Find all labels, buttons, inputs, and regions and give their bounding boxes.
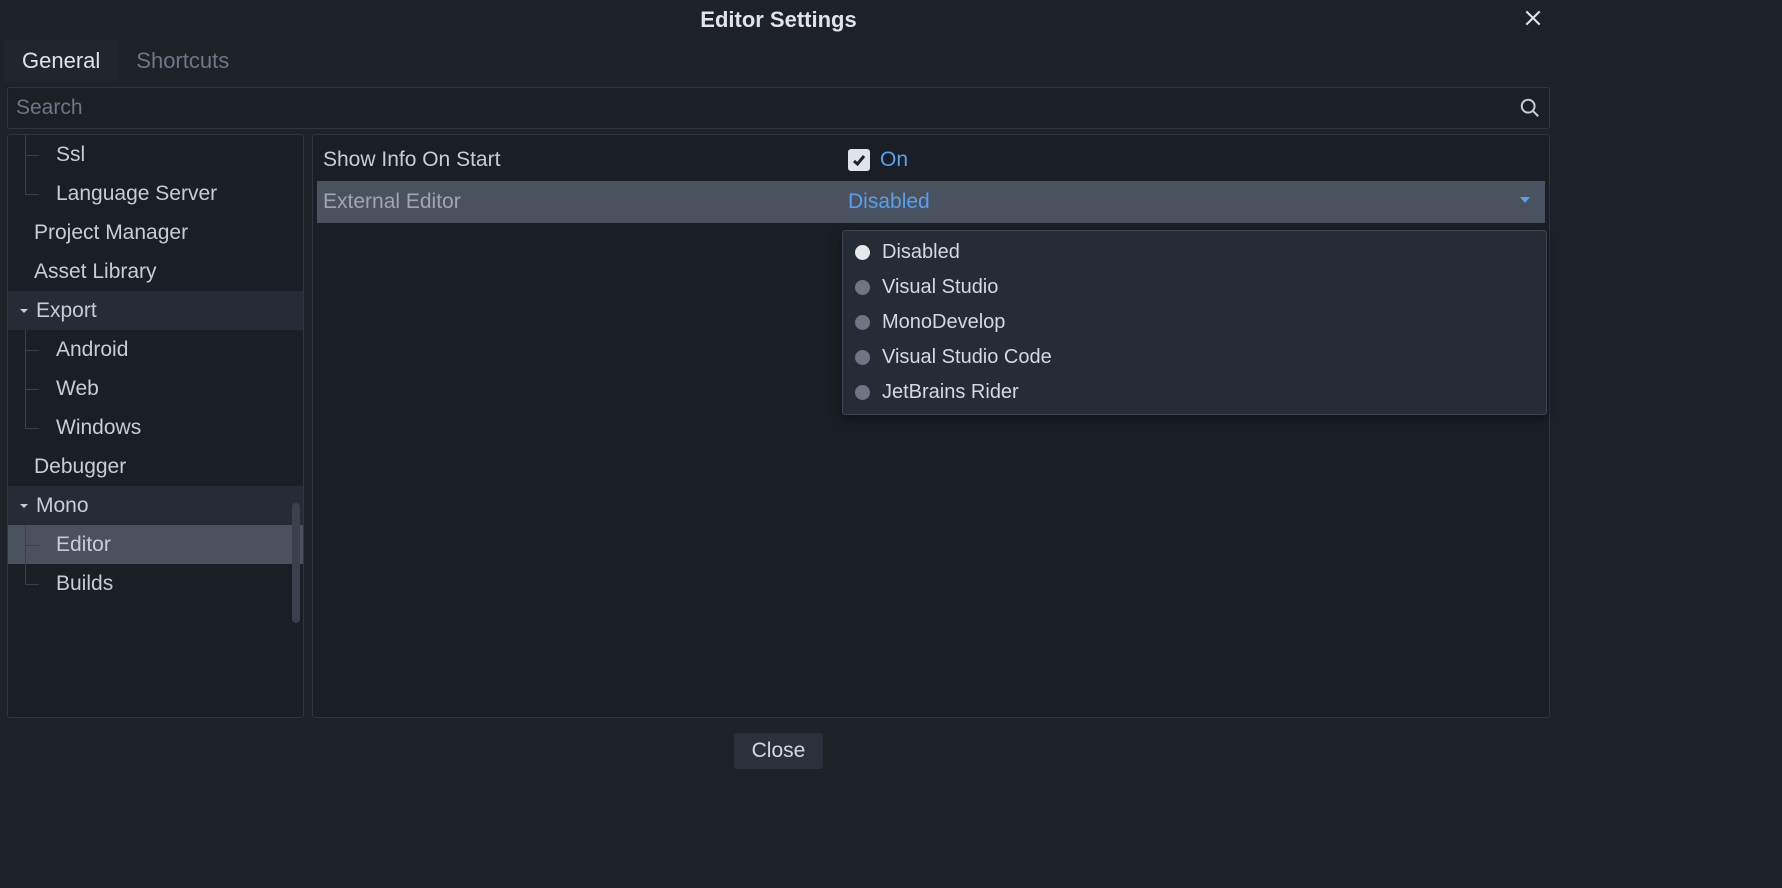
close-button[interactable]: Close — [734, 733, 824, 769]
chevron-down-icon — [16, 500, 32, 512]
search-bar[interactable] — [7, 87, 1550, 129]
external-editor-dropdown[interactable]: Disabled — [848, 190, 1545, 214]
window-title: Editor Settings — [700, 7, 856, 33]
dropdown-option-disabled[interactable]: Disabled — [843, 235, 1546, 270]
sidebar-item-mono[interactable]: Mono — [8, 486, 303, 525]
search-icon — [1519, 97, 1541, 119]
chevron-down-icon — [1517, 190, 1533, 214]
close-icon[interactable] — [1521, 6, 1545, 30]
sidebar-item-asset-library[interactable]: Asset Library — [8, 252, 303, 291]
sidebar-scrollbar[interactable] — [292, 503, 300, 623]
sidebar-item-builds[interactable]: Builds — [8, 564, 303, 603]
sidebar-item-web[interactable]: Web — [8, 369, 303, 408]
setting-label: External Editor — [317, 190, 842, 214]
setting-external-editor: External Editor Disabled — [317, 181, 1545, 223]
sidebar-item-android[interactable]: Android — [8, 330, 303, 369]
tab-bar: General Shortcuts — [0, 40, 1557, 82]
sidebar-item-language-server[interactable]: Language Server — [8, 174, 303, 213]
checkbox-on-label: On — [880, 148, 908, 172]
show-info-checkbox[interactable] — [848, 149, 870, 171]
radio-icon — [855, 315, 870, 330]
sidebar-tree[interactable]: Ssl Language Server Project Manager Asse… — [7, 134, 304, 718]
radio-icon — [855, 385, 870, 400]
radio-icon — [855, 280, 870, 295]
sidebar-item-project-manager[interactable]: Project Manager — [8, 213, 303, 252]
dropdown-selected: Disabled — [848, 190, 930, 214]
radio-icon — [855, 350, 870, 365]
dropdown-option-monodevelop[interactable]: MonoDevelop — [843, 305, 1546, 340]
sidebar-item-export[interactable]: Export — [8, 291, 303, 330]
settings-panel: Show Info On Start On External Editor Di… — [312, 134, 1550, 718]
dropdown-option-visual-studio[interactable]: Visual Studio — [843, 270, 1546, 305]
setting-label: Show Info On Start — [317, 148, 842, 172]
radio-icon — [855, 245, 870, 260]
dropdown-option-visual-studio-code[interactable]: Visual Studio Code — [843, 340, 1546, 375]
tab-general[interactable]: General — [4, 40, 118, 82]
external-editor-dropdown-menu[interactable]: Disabled Visual Studio MonoDevelop Visua… — [842, 230, 1547, 415]
chevron-down-icon — [16, 305, 32, 317]
footer: Close — [0, 726, 1557, 776]
sidebar-item-editor[interactable]: Editor — [8, 525, 303, 564]
setting-show-info-on-start: Show Info On Start On — [317, 139, 1545, 181]
sidebar-item-ssl[interactable]: Ssl — [8, 135, 303, 174]
tab-shortcuts[interactable]: Shortcuts — [118, 40, 247, 82]
window-header: Editor Settings — [0, 0, 1557, 40]
sidebar-item-windows[interactable]: Windows — [8, 408, 303, 447]
dropdown-option-jetbrains-rider[interactable]: JetBrains Rider — [843, 375, 1546, 410]
search-input[interactable] — [16, 96, 1519, 120]
sidebar-item-debugger[interactable]: Debugger — [8, 447, 303, 486]
